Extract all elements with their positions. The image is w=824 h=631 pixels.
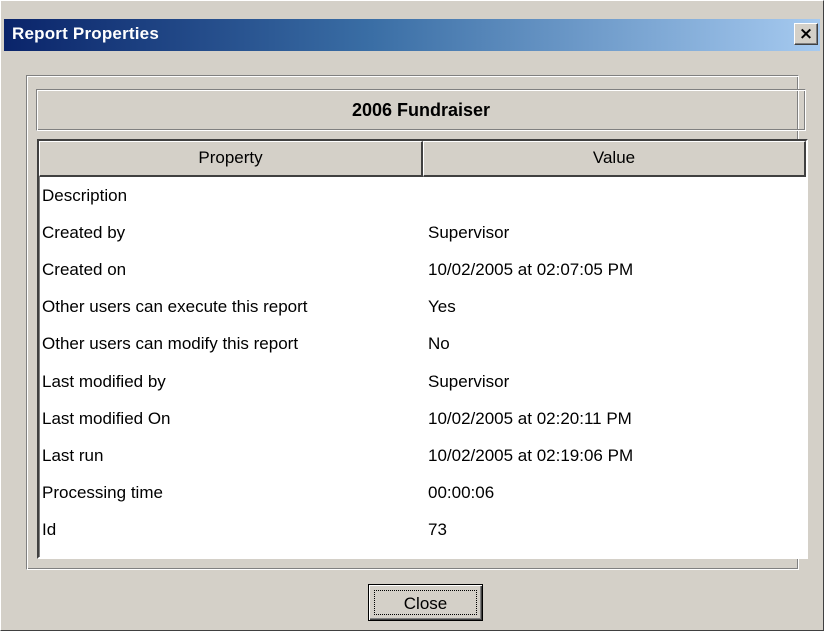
table-row[interactable]: Created on 10/02/2005 at 02:07:05 PM bbox=[39, 251, 806, 288]
table-row[interactable]: Last modified by Supervisor bbox=[39, 363, 806, 400]
table-row[interactable]: Created by Supervisor bbox=[39, 214, 806, 251]
value-cell: Supervisor bbox=[428, 371, 510, 391]
close-button-label: Close bbox=[374, 590, 477, 615]
property-cell: Other users can modify this report bbox=[42, 334, 299, 354]
table-row[interactable]: Id 73 bbox=[39, 512, 806, 549]
list-header: Property Value bbox=[39, 141, 806, 177]
property-cell: Other users can execute this report bbox=[42, 297, 308, 317]
property-cell: Last modified On bbox=[42, 408, 171, 428]
property-cell: Processing time bbox=[42, 483, 163, 503]
column-header-property[interactable]: Property bbox=[39, 141, 423, 177]
value-cell: 73 bbox=[428, 520, 447, 540]
value-cell: 10/02/2005 at 02:07:05 PM bbox=[428, 259, 634, 279]
value-cell: 00:00:06 bbox=[428, 483, 495, 503]
report-properties-dialog: Report Properties × 2006 Fundraiser Prop… bbox=[0, 0, 824, 631]
value-cell: 10/02/2005 at 02:20:11 PM bbox=[428, 408, 632, 428]
list-rows: Description Created by Supervisor Created o… bbox=[39, 177, 806, 549]
property-cell: Last modified by bbox=[42, 371, 166, 391]
properties-list[interactable]: Property Value Description Created by Supe… bbox=[37, 139, 808, 559]
property-cell: Id bbox=[42, 520, 57, 540]
value-cell: Yes bbox=[428, 297, 456, 317]
close-icon[interactable]: × bbox=[794, 23, 818, 45]
column-header-value[interactable]: Value bbox=[423, 141, 806, 177]
property-cell: Created on bbox=[42, 259, 127, 279]
table-row[interactable]: Other users can modify this report No bbox=[39, 326, 806, 363]
window-title: Report Properties bbox=[12, 24, 159, 43]
table-row[interactable]: Last modified On 10/02/2005 at 02:20:11 P… bbox=[39, 400, 806, 437]
property-cell: Created by bbox=[42, 222, 126, 242]
report-name-label: 2006 Fundraiser bbox=[36, 89, 806, 131]
table-row[interactable]: Last run 10/02/2005 at 02:19:06 PM bbox=[39, 437, 806, 474]
table-row[interactable]: Description bbox=[39, 177, 806, 214]
title-bar[interactable]: Report Properties × bbox=[4, 19, 820, 51]
value-cell: No bbox=[428, 334, 450, 354]
close-button[interactable]: Close bbox=[368, 584, 483, 621]
value-cell: 10/02/2005 at 02:19:06 PM bbox=[428, 445, 634, 465]
value-cell: Supervisor bbox=[428, 222, 510, 242]
table-row[interactable]: Processing time 00:00:06 bbox=[39, 475, 806, 512]
table-row[interactable]: Other users can execute this report Yes bbox=[39, 289, 806, 326]
property-cell: Last run bbox=[42, 445, 104, 465]
property-cell: Description bbox=[42, 185, 128, 205]
